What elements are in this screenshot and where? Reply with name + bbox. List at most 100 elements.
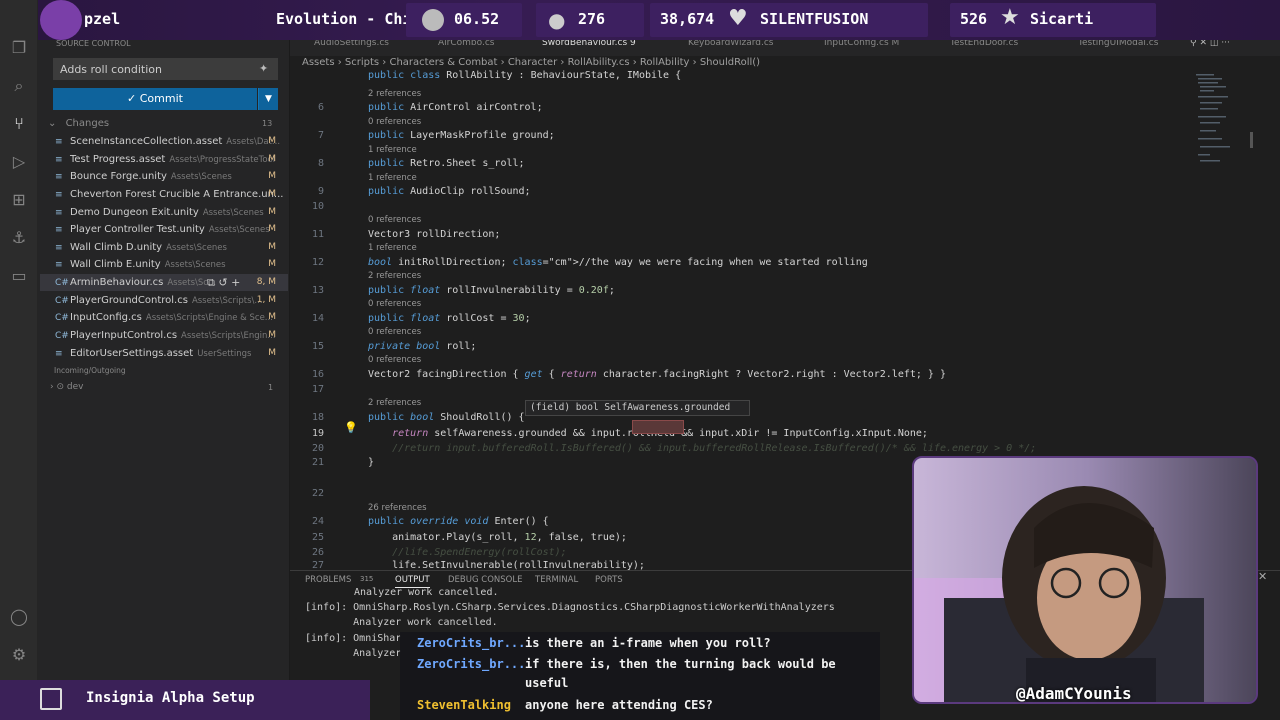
line-number: 17	[311, 384, 324, 395]
commit-dropdown-button[interactable]: ▼	[258, 88, 278, 110]
file-action-icons[interactable]: ⧉ ↺ +	[207, 276, 240, 290]
tab-terminal[interactable]: TERMINAL	[535, 575, 578, 585]
tab-ports[interactable]: PORTS	[595, 575, 623, 585]
code-line: public bool ShouldRoll() {	[368, 412, 525, 423]
stream-top-bar: pzel Evolution - Chi 06.52 ● 276 38,674 …	[38, 0, 1280, 40]
changed-file-item[interactable]: ≡ Cheverton Forest Crucible A Entrance.un…	[40, 186, 288, 203]
file-path: Assets\ProgressStateTool	[169, 155, 276, 165]
line-number: 16	[311, 369, 324, 380]
run-debug-icon[interactable]: ▷	[9, 152, 29, 172]
star-icon: ★	[1000, 5, 1020, 30]
crumb-method[interactable]: ShouldRoll()	[700, 57, 760, 68]
lightbulb-icon[interactable]: 💡	[344, 421, 358, 434]
codelens-references[interactable]: 0 references	[368, 355, 421, 365]
chevron-down-icon: ▼	[265, 94, 272, 104]
code-line: }	[368, 457, 375, 468]
channel-avatar	[40, 0, 82, 40]
changed-file-item[interactable]: ≡ Player Controller Test.unity Assets\Scen…	[40, 221, 288, 238]
changed-file-item[interactable]: ≡ Demo Dungeon Exit.unity Assets\Scenes M	[40, 204, 288, 221]
file-name: ArminBehaviour.cs	[70, 277, 164, 288]
line-number: 7	[317, 130, 324, 141]
webcam-feed	[912, 456, 1258, 704]
codelens-references[interactable]: 2 references	[368, 271, 421, 281]
file-status: M	[268, 189, 276, 199]
chat-username: ZeroCrits_br...	[417, 636, 526, 650]
crumb-character[interactable]: Character	[508, 57, 557, 68]
changed-file-item[interactable]: C#PlayerGroundControl.cs Assets\Scripts\.…	[40, 292, 288, 309]
file-name: Test Progress.asset	[70, 154, 166, 165]
changes-header[interactable]: ⌄ Changes	[48, 118, 109, 129]
file-status: M	[268, 312, 276, 322]
changed-file-item[interactable]: C#PlayerInputControl.cs Assets\Scripts\En…	[40, 327, 288, 344]
line-number: 24	[311, 516, 324, 527]
changed-file-item[interactable]: ≡ Wall Climb D.unity Assets\Scenes M	[40, 239, 288, 256]
file-status: M	[268, 154, 276, 164]
viewer-person-icon: ●	[548, 8, 566, 32]
output-line: Analyzer	[305, 648, 402, 659]
minimap[interactable]	[1194, 72, 1254, 167]
tab-problems[interactable]: PROBLEMS	[305, 575, 351, 585]
codelens-references[interactable]: 2 references	[368, 398, 421, 408]
codelens-references[interactable]: 0 references	[368, 327, 421, 337]
codelens-references[interactable]: 0 references	[368, 117, 421, 127]
file-name: Player Controller Test.unity	[70, 224, 205, 235]
codelens-references[interactable]: 26 references	[368, 503, 427, 513]
file-path: Assets\Scenes	[202, 208, 264, 218]
file-icon: ≡	[55, 260, 63, 270]
settings-gear-icon[interactable]: ⚙	[9, 645, 29, 665]
dev-count: 1	[268, 383, 274, 392]
source-control-icon[interactable]: ⑂	[9, 114, 29, 134]
code-line: public class RollAbility : BehaviourStat…	[368, 70, 682, 81]
incoming-outgoing-label[interactable]: Incoming/Outgoing	[54, 366, 126, 375]
commit-message-input[interactable]: Adds roll condition	[53, 58, 278, 80]
codelens-references[interactable]: 2 references	[368, 89, 421, 99]
sparkle-icon[interactable]: ✦	[259, 62, 268, 75]
line-number: 13	[311, 285, 324, 296]
line-number: 10	[311, 201, 324, 212]
changed-file-item[interactable]: C#ArminBehaviour.cs Assets\Sc... 8, M	[40, 274, 288, 291]
changed-file-item[interactable]: ≡ Test Progress.asset Assets\ProgressState…	[40, 151, 288, 168]
commit-label: Commit	[139, 92, 183, 105]
output-line: [info]: OmniShar	[305, 633, 402, 644]
timer: 06.52	[454, 10, 500, 28]
changes-label: Changes	[65, 118, 110, 129]
changed-file-item[interactable]: C#InputConfig.cs Assets\Scripts\Engine & …	[40, 309, 288, 326]
tab-debug-console[interactable]: DEBUG CONSOLE	[448, 575, 522, 585]
close-icon[interactable]: ✕	[1258, 570, 1267, 583]
account-icon[interactable]: ◯	[9, 607, 29, 627]
anchor-icon[interactable]: ⚓	[9, 228, 29, 248]
dev-branch[interactable]: › ⊙ dev	[50, 382, 83, 392]
line-number: 25	[311, 532, 324, 543]
commit-button[interactable]: ✓ Commit	[53, 88, 257, 110]
changed-file-item[interactable]: ≡ Bounce Forge.unity Assets\Scenes M	[40, 168, 288, 185]
crumb-scripts[interactable]: Scripts	[345, 57, 379, 68]
remote-icon[interactable]: ▭	[9, 266, 29, 286]
codelens-references[interactable]: 1 reference	[368, 173, 417, 183]
search-icon[interactable]: ⌕	[9, 76, 29, 96]
file-name: PlayerGroundControl.cs	[70, 295, 188, 306]
changed-file-item[interactable]: ≡ SceneInstanceCollection.asset Assets\Dat…	[40, 133, 288, 150]
explorer-icon[interactable]: ❐	[9, 38, 29, 58]
crumb-assets[interactable]: Assets	[302, 57, 335, 68]
codelens-references[interactable]: 1 reference	[368, 145, 417, 155]
changed-file-item[interactable]: ≡ EditorUserSettings.asset UserSettings M	[40, 345, 288, 362]
line-number: 6	[317, 102, 324, 113]
file-name: PlayerInputControl.cs	[70, 330, 178, 341]
code-line: Vector3 rollDirection;	[368, 229, 501, 240]
file-path: Assets\Scenes	[166, 243, 227, 253]
codelens-references[interactable]: 0 references	[368, 299, 421, 309]
codelens-references[interactable]: 0 references	[368, 215, 421, 225]
crumb-characters-combat[interactable]: Characters & Combat	[389, 57, 497, 68]
file-status: 1, M	[256, 295, 276, 305]
extensions-icon[interactable]: ⊞	[9, 190, 29, 210]
heart-icon: ♥	[728, 6, 748, 31]
file-icon: ≡	[55, 349, 63, 359]
breadcrumb: Assets › Scripts › Characters & Combat ›…	[302, 57, 761, 68]
crumb-class[interactable]: RollAbility	[640, 57, 690, 68]
file-icon: ≡	[55, 190, 63, 200]
crumb-file[interactable]: RollAbility.cs	[568, 57, 630, 68]
csharp-file-icon: C#	[55, 296, 69, 306]
changed-file-item[interactable]: ≡ Wall Climb E.unity Assets\Scenes M	[40, 256, 288, 273]
codelens-references[interactable]: 1 reference	[368, 243, 417, 253]
setup-label: Insignia Alpha Setup	[86, 690, 255, 706]
